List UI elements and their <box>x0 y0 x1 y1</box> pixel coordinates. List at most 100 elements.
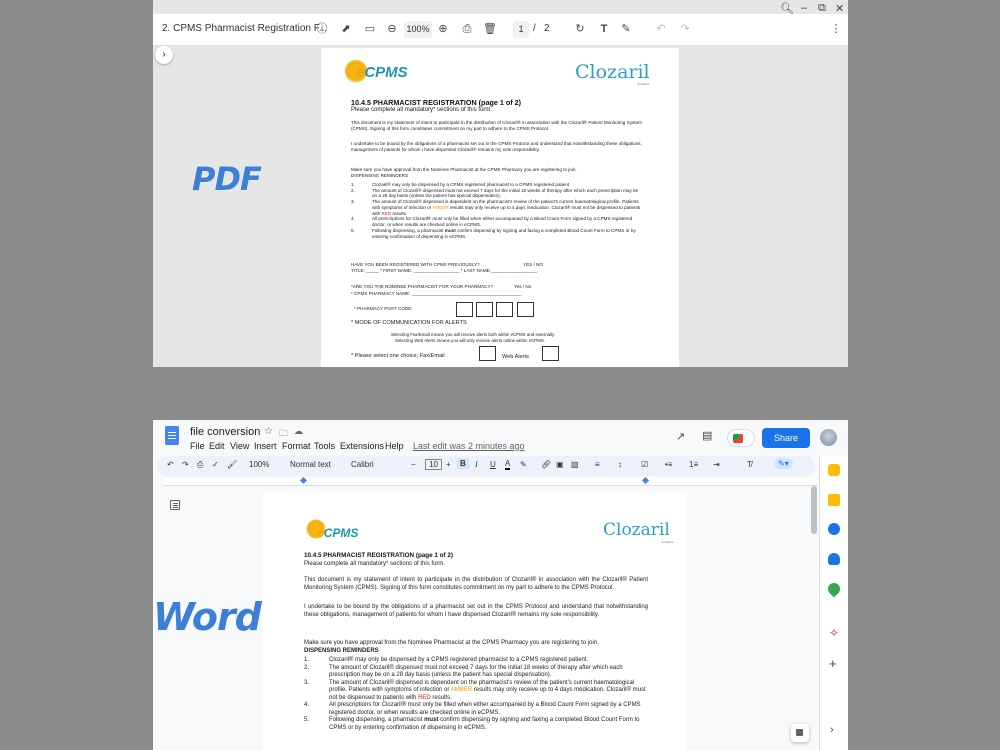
bold-text: must <box>424 717 439 723</box>
link-icon[interactable]: 🔗︎ <box>541 460 551 469</box>
minimize-icon[interactable]: – <box>801 2 807 14</box>
fax-email-checkbox[interactable] <box>479 346 496 361</box>
bookmark-icon[interactable]: ▭ <box>363 22 377 36</box>
postcode-box[interactable] <box>456 302 473 317</box>
calendar-icon[interactable] <box>828 464 840 476</box>
menu-help[interactable]: Help <box>385 441 404 451</box>
indent-icon[interactable]: ⇥ <box>713 460 720 469</box>
text-icon[interactable]: T <box>597 22 611 36</box>
trending-icon[interactable]: ↗ <box>676 430 685 443</box>
text-color-icon[interactable]: A <box>505 460 511 470</box>
ecpms-logo-e: e <box>317 526 324 540</box>
menu-extensions[interactable]: Extensions <box>340 441 384 451</box>
obligations-paragraph: I undertake to be bound by the obligatio… <box>351 141 642 152</box>
sidebar-toggle-button[interactable]: › <box>155 46 173 64</box>
draw-icon[interactable]: ✎ <box>619 22 633 36</box>
menu-tools[interactable]: Tools <box>314 441 335 451</box>
name-line[interactable]: TITLE: _____ * FIRST NAME: _____________… <box>351 268 537 274</box>
clear-format-icon[interactable]: T̸ <box>747 460 752 469</box>
highlight-icon[interactable]: ✎ <box>520 460 527 469</box>
clozaril-subtitle: clozapine <box>661 540 674 544</box>
list-item-text-part: Following dispensing, a pharmacist <box>329 717 425 723</box>
nominee-options[interactable]: Yes / No <box>514 284 531 290</box>
paint-format-icon[interactable]: 🖌︎ <box>227 460 237 469</box>
info-icon[interactable]: ⓘ <box>315 22 329 36</box>
ruler[interactable] <box>163 476 818 486</box>
maps-icon[interactable] <box>825 580 843 598</box>
menu-view[interactable]: View <box>230 441 249 451</box>
right-indent-marker[interactable] <box>641 476 650 485</box>
docs-window: file conversion ☆ 🗀︎ ☁ File Edit View In… <box>153 420 848 750</box>
italic-icon[interactable]: I <box>475 460 478 469</box>
list-item: 5. Following dispensing, a pharmacist mus… <box>304 717 648 732</box>
print-icon[interactable]: ⎙ <box>197 460 203 470</box>
print-icon[interactable]: ⎙ <box>460 22 474 36</box>
postcode-box[interactable] <box>517 302 534 317</box>
spellcheck-icon[interactable]: ✓ <box>212 460 219 469</box>
list-item-number: 3. <box>351 199 355 205</box>
cloud-icon[interactable]: ☁ <box>294 426 303 437</box>
postcode-box[interactable] <box>496 302 513 317</box>
share-button[interactable]: Share <box>762 428 810 448</box>
bold-icon[interactable]: B <box>457 458 469 469</box>
redo-icon[interactable]: ↷ <box>182 460 189 469</box>
outline-icon[interactable] <box>170 500 180 510</box>
undo-icon[interactable]: ↶ <box>654 22 668 36</box>
scrollbar[interactable] <box>811 486 817 534</box>
expand-panel-icon[interactable]: › <box>830 724 834 736</box>
underline-icon[interactable]: U <box>490 460 496 469</box>
bullet-list-icon[interactable]: •≡ <box>665 460 672 469</box>
reminders-list: 1. Clozaril® may only be dispensed by a C… <box>304 657 648 732</box>
checklist-icon[interactable]: ☑ <box>641 460 648 469</box>
numbered-list-icon[interactable]: 1≡ <box>689 460 698 469</box>
list-item-number: 5. <box>351 227 355 233</box>
align-icon[interactable]: ≡ <box>595 460 600 469</box>
more-icon[interactable]: ⋮ <box>829 22 843 36</box>
rotate-icon[interactable]: ↻ <box>573 22 587 36</box>
font-size-decrease-icon[interactable]: − <box>411 460 416 469</box>
list-item: 4. All prescriptions for Clozaril® must o… <box>351 216 641 227</box>
font-select[interactable]: Calibri <box>351 460 374 469</box>
plus-icon[interactable]: + <box>829 656 837 671</box>
tasks-icon[interactable] <box>828 523 840 535</box>
share-icon[interactable]: ⬈ <box>339 22 353 36</box>
pencil-icon[interactable]: ✎▾ <box>774 458 793 469</box>
contacts-icon[interactable] <box>828 553 840 565</box>
comment-icon[interactable]: ▤ <box>702 429 712 442</box>
zoom-select[interactable]: 100% <box>249 460 269 469</box>
redo-icon[interactable]: ↷ <box>678 22 692 36</box>
insert-comment-icon[interactable]: ▣ <box>556 460 564 469</box>
menu-file[interactable]: File <box>190 441 205 451</box>
menu-edit[interactable]: Edit <box>209 441 225 451</box>
style-select[interactable]: Normal text <box>290 460 331 469</box>
zoom-out-icon[interactable]: ⊖ <box>385 22 399 36</box>
menu-format[interactable]: Format <box>282 441 311 451</box>
folder-icon[interactable]: 🗀︎ <box>279 426 288 442</box>
keep-icon[interactable] <box>828 494 840 506</box>
pharmacy-name-line[interactable]: * CPMS PHARMACY NAME: __________________… <box>351 291 522 297</box>
last-edit-link[interactable]: Last edit was 2 minutes ago <box>413 441 525 451</box>
docs-logo-icon[interactable] <box>165 426 179 445</box>
amber-text: AMBER <box>450 687 473 693</box>
image-icon[interactable]: ▧ <box>571 460 579 469</box>
avatar[interactable] <box>820 429 837 446</box>
list-item-text-part: Following dispensing, a pharmacist <box>372 227 445 233</box>
zoom-field[interactable]: 100% <box>404 21 432 38</box>
font-size-increase-icon[interactable]: + <box>446 460 451 469</box>
postcode-box[interactable] <box>476 302 493 317</box>
undo-icon[interactable]: ↶ <box>167 460 174 469</box>
meet-icon[interactable] <box>727 429 755 447</box>
star-icon[interactable]: ☆ <box>264 426 273 437</box>
web-alerts-checkbox[interactable] <box>542 346 559 361</box>
line-spacing-icon[interactable]: ↕ <box>618 460 622 469</box>
ecpms-logo: eCPMS <box>356 64 408 81</box>
zoom-in-icon[interactable]: ⊕ <box>436 22 450 36</box>
page-number-field[interactable]: 1 <box>513 21 529 38</box>
delete-icon[interactable]: 🗑︎ <box>483 22 497 36</box>
addon-icon[interactable]: ✧ <box>829 626 839 640</box>
left-indent-marker[interactable] <box>299 476 308 485</box>
menu-insert[interactable]: Insert <box>254 441 277 451</box>
explore-icon[interactable] <box>791 724 809 742</box>
docs-title[interactable]: file conversion <box>190 426 260 438</box>
font-size-field[interactable]: 10 <box>425 459 442 470</box>
